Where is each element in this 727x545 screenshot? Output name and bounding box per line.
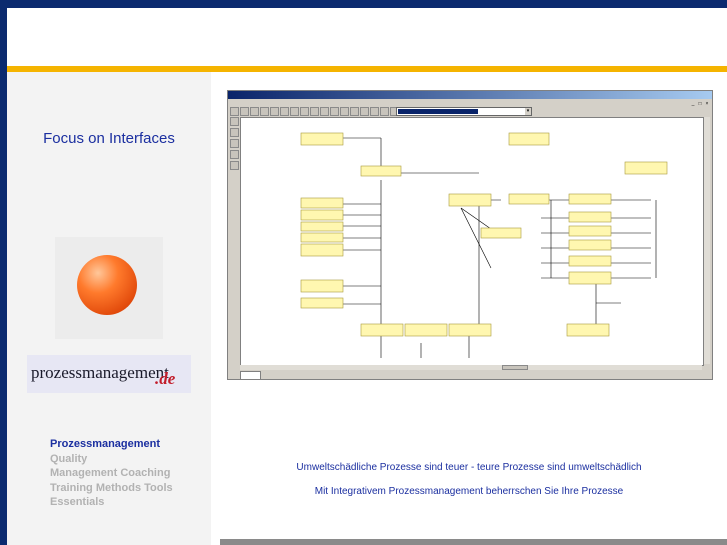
logo[interactable]: prozessmanagement .de [27,355,191,393]
nav-link-quality[interactable]: Quality [50,453,87,465]
screenshot-left-tools [230,117,239,172]
logo-main-text: prozessmanagement [31,363,169,382]
nav-link-coaching[interactable]: Coaching [120,467,170,479]
logo-accent-text: .de [155,369,176,388]
screenshot-scroll-thumb [502,365,528,370]
screenshot-toolbar: ▾ [230,107,710,116]
caption-line-2: Mit Integrativem Prozessmanagement beher… [314,486,624,497]
nav-link-prozessmanagement[interactable]: Prozessmanagement [50,438,160,450]
nav-link-methods[interactable]: Methods [96,482,141,494]
sidebar-title: Focus on Interfaces [43,130,175,147]
orange-ball-icon [77,255,137,315]
main-content: _ □ × ▾ Umweltschädliche Prozesse sind t… [211,72,727,545]
process-diagram-canvas [240,117,704,366]
nav-link-tools[interactable]: Tools [144,482,173,494]
bottom-gray-strip [220,539,727,545]
left-navy-rule [0,8,7,545]
chevron-down-icon: ▾ [525,108,531,115]
header-band [7,8,727,66]
caption-line-1: Umweltschädliche Prozesse sind teuer - t… [296,462,642,473]
sidebar-nav: Prozessmanagement Quality Management Coa… [50,437,200,510]
screenshot-sheet-tab [240,371,262,380]
nav-link-training[interactable]: Training [50,482,93,494]
process-diagram [300,132,668,358]
top-navy-bar [0,0,727,8]
screenshot-view-dropdown: ▾ [396,107,532,116]
ball-image-frame [55,237,163,339]
screenshot-titlebar: _ □ × [228,91,712,107]
screenshot-horizontal-scrollbar [240,365,702,370]
nav-link-essentials[interactable]: Essentials [50,496,104,508]
nav-link-management[interactable]: Management [50,467,117,479]
screenshot-vertical-scrollbar [704,117,710,364]
sidebar: Focus on Interfaces prozessmanagement .d… [7,72,211,545]
process-diagram-screenshot: _ □ × ▾ [227,90,713,380]
